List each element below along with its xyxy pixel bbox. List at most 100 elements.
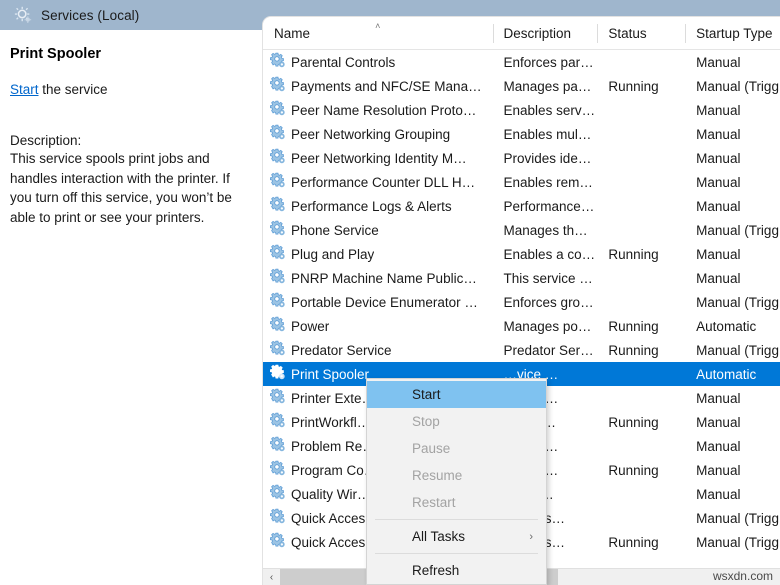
service-name-label: Problem Re… (291, 438, 376, 454)
service-name-label: Plug and Play (291, 246, 375, 262)
service-status-cell: Running (608, 534, 659, 550)
service-name-label: Peer Networking Grouping (291, 126, 451, 142)
service-startup-type-cell: Manual (696, 198, 741, 214)
table-row[interactable]: Performance Logs & Alerts Performance… Man… (263, 194, 780, 218)
service-name-cell: Portable Device Enumerator … (263, 292, 493, 312)
service-name-label: Program Co… (291, 462, 378, 478)
service-name-label: Predator Service (291, 342, 392, 358)
service-name-label: PNRP Machine Name Public… (291, 270, 477, 286)
service-gear-icon (269, 244, 286, 264)
menu-item-label: Stop (412, 414, 440, 429)
service-name-cell: Peer Name Resolution Proto… (263, 100, 493, 120)
service-details-pane: Print Spooler Start the service Descript… (0, 30, 262, 585)
context-menu: Start Stop Pause Resume Restart All Tasks › Ref… (366, 378, 547, 585)
service-action-suffix: the service (38, 82, 108, 97)
service-gear-icon (269, 268, 286, 288)
service-description-cell: Manages th… (503, 222, 588, 238)
column-header-description[interactable]: Description (492, 17, 598, 50)
service-description-cell: Enforces par… (503, 54, 594, 70)
menu-separator (375, 553, 538, 554)
menu-item-start[interactable]: Start (367, 381, 546, 408)
service-status-cell: Running (608, 342, 659, 358)
table-row[interactable]: Peer Networking Grouping Enables mul… Manu… (263, 122, 780, 146)
column-header-name[interactable]: Name ˄ (263, 17, 493, 50)
column-header-status[interactable]: Status (597, 17, 685, 50)
service-gear-icon (269, 436, 286, 456)
service-startup-type-cell: Manual (696, 438, 741, 454)
services-window: Services (Local) Print Spooler Start the… (0, 0, 780, 585)
menu-item-restart: Restart (367, 489, 546, 516)
service-startup-type-cell: Manual (696, 390, 741, 406)
service-gear-icon (269, 148, 286, 168)
table-row[interactable]: Power Manages po… Running Automatic (263, 314, 780, 338)
menu-item-label: Refresh (412, 563, 460, 578)
service-name-label: Performance Logs & Alerts (291, 198, 452, 214)
service-gear-icon (269, 292, 286, 312)
service-name-label: Peer Networking Identity M… (291, 150, 467, 166)
service-gear-icon (269, 100, 286, 120)
service-name-cell: Peer Networking Grouping (263, 124, 493, 144)
service-startup-type-cell: Manual (696, 486, 741, 502)
service-name-cell: Predator Service (263, 340, 493, 360)
service-gear-icon (269, 52, 286, 72)
service-gear-icon (269, 532, 286, 552)
page-title: Print Spooler (10, 46, 102, 62)
menu-item-resume: Resume (367, 462, 546, 489)
table-row[interactable]: Payments and NFC/SE Mana… Manages pa… Runn… (263, 74, 780, 98)
column-header-startup-type[interactable]: Startup Type (685, 17, 780, 50)
service-name-label: Performance Counter DLL H… (291, 174, 476, 190)
service-startup-type-cell: Automatic (696, 318, 757, 334)
service-startup-type-cell: Manual (Trigg… (696, 78, 780, 94)
table-row[interactable]: Performance Counter DLL H… Enables rem… Ma… (263, 170, 780, 194)
service-gear-icon (269, 484, 286, 504)
service-name-label: Peer Name Resolution Proto… (291, 102, 477, 118)
service-startup-type-cell: Manual (696, 102, 741, 118)
service-name-label: Quality Wir… (291, 486, 371, 502)
service-gear-icon (269, 172, 286, 192)
service-gear-icon (269, 196, 286, 216)
service-name-label: Portable Device Enumerator … (291, 294, 478, 310)
table-row[interactable]: Predator Service Predator Ser… Running Manu… (263, 338, 780, 362)
service-description-cell: Enables rem… (503, 174, 593, 190)
menu-item-refresh[interactable]: Refresh (367, 557, 546, 584)
chevron-right-icon: › (529, 530, 533, 543)
service-status-cell: Running (608, 318, 659, 334)
service-startup-type-cell: Manual (696, 246, 741, 262)
service-gear-icon (269, 412, 286, 432)
table-row[interactable]: Parental Controls Enforces par… Manual (263, 50, 780, 74)
service-status-cell: Running (608, 414, 659, 430)
service-gear-icon (269, 460, 286, 480)
service-gear-icon (269, 340, 286, 360)
service-gear-icon (269, 220, 286, 240)
description-label: Description: (10, 133, 82, 148)
column-header-status-label: Status (608, 25, 647, 41)
menu-item-label: Resume (412, 468, 463, 483)
menu-item-label: Restart (412, 495, 456, 510)
table-row[interactable]: Portable Device Enumerator … Enforces gro… (263, 290, 780, 314)
service-startup-type-cell: Manual (696, 270, 741, 286)
service-startup-type-cell: Manual (Trigg… (696, 222, 780, 238)
start-service-link[interactable]: Start (10, 82, 39, 97)
service-name-cell: Parental Controls (263, 52, 493, 72)
menu-item-label: All Tasks (412, 529, 466, 544)
service-startup-type-cell: Manual (Trigg… (696, 510, 780, 526)
menu-item-label: Start (412, 387, 441, 402)
table-row[interactable]: Phone Service Manages th… Manual (Trigg… (263, 218, 780, 242)
service-description-cell: Manages pa… (503, 78, 592, 94)
service-name-label: Printer Exte… (291, 390, 376, 406)
table-row[interactable]: PNRP Machine Name Public… This service … M… (263, 266, 780, 290)
list-column-headers: Name ˄ Description Status Startup Type (263, 17, 780, 50)
window-title: Services (Local) (41, 7, 140, 23)
table-row[interactable]: Plug and Play Enables a co… Running Manual (263, 242, 780, 266)
service-gear-icon (269, 124, 286, 144)
menu-item-pause: Pause (367, 435, 546, 462)
table-row[interactable]: Peer Name Resolution Proto… Enables serv…… (263, 98, 780, 122)
watermark: wsxdn.com (712, 569, 773, 583)
service-startup-type-cell: Automatic (696, 366, 757, 382)
service-name-cell: Peer Networking Identity M… (263, 148, 493, 168)
table-row[interactable]: Peer Networking Identity M… Provides ide…… (263, 146, 780, 170)
service-startup-type-cell: Manual (Trigg… (696, 534, 780, 550)
scroll-left-arrow-icon[interactable]: ‹ (263, 568, 280, 585)
menu-item-all-tasks[interactable]: All Tasks › (367, 523, 546, 550)
description-text: This service spools print jobs and handl… (10, 151, 232, 225)
